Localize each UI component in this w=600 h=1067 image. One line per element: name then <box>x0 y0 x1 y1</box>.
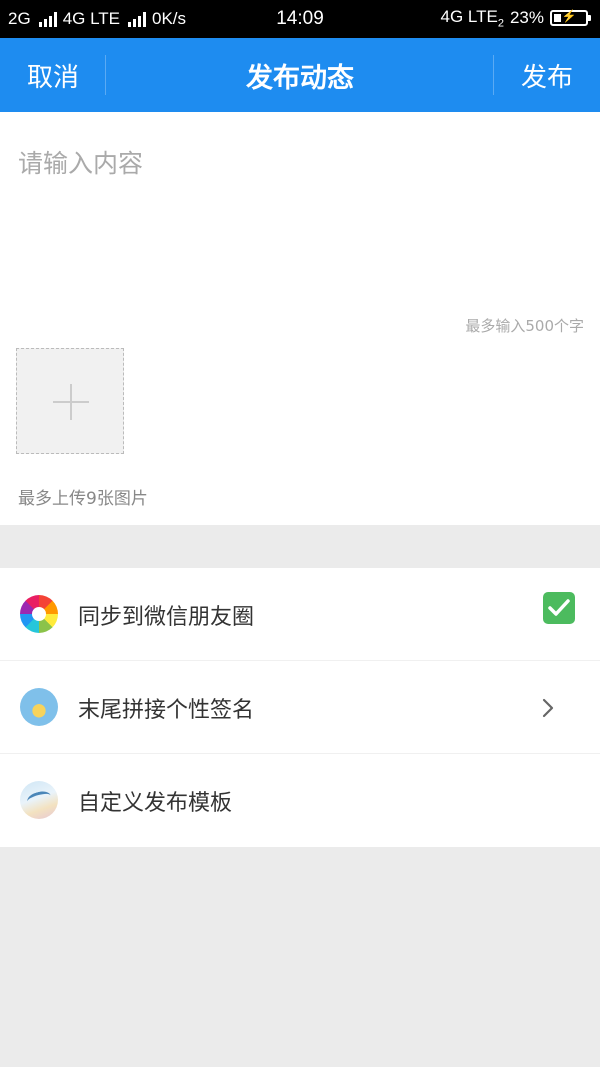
char-limit-hint: 最多输入500个字 <box>465 317 584 335</box>
publish-button[interactable]: 发布 <box>494 38 600 112</box>
option-sync-wechat-moments[interactable]: 同步到微信朋友圈 <box>0 568 600 661</box>
post-editor: 最多输入500个字 最多上传9张图片 <box>0 112 600 525</box>
content-input[interactable] <box>18 144 578 304</box>
options-list: 同步到微信朋友圈 末尾拼接个性签名 自定义发布模板 <box>0 568 600 847</box>
option-custom-template[interactable]: 自定义发布模板 <box>0 754 600 847</box>
battery-percent: 23% <box>509 8 544 28</box>
template-icon <box>20 781 58 819</box>
check-icon <box>548 599 570 616</box>
status-bar: 2G 4G LTE 0K/s 14:09 4G LTE2 23% ⚡ <box>0 0 600 38</box>
option-label: 自定义发布模板 <box>78 790 233 816</box>
chevron-right-icon <box>542 661 554 754</box>
option-label: 末尾拼接个性签名 <box>78 697 255 723</box>
option-append-signature[interactable]: 末尾拼接个性签名 <box>0 661 600 754</box>
sim2-label: 4G LTE2 <box>440 7 504 30</box>
add-image-button[interactable] <box>16 348 124 454</box>
option-label: 同步到微信朋友圈 <box>78 604 255 630</box>
signature-icon <box>20 688 58 726</box>
battery-icon: ⚡ <box>550 9 591 27</box>
upload-limit-hint: 最多上传9张图片 <box>18 489 148 509</box>
status-right: 4G LTE2 23% ⚡ <box>440 7 591 30</box>
sync-checkbox[interactable] <box>543 592 575 624</box>
nav-bar: 取消 发布动态 发布 <box>0 38 600 112</box>
wechat-moments-icon <box>20 595 58 633</box>
